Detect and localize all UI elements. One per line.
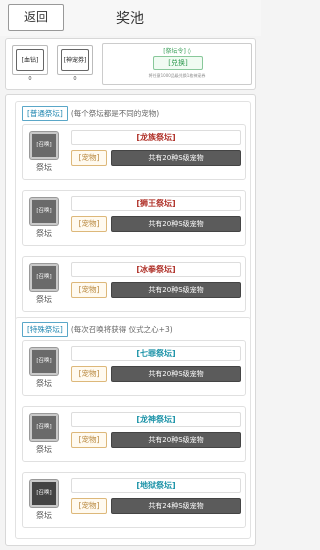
altar-name[interactable]: [冰拳祭坛] [71, 262, 241, 277]
summon-icon[interactable]: [召唤] [30, 264, 58, 291]
group-header: [特殊祭坛] (每次召唤将获得 仪式之心+3) [22, 322, 173, 337]
pet-tag[interactable]: [宠物] [71, 216, 107, 232]
altar-name[interactable]: [七罪祭坛] [71, 346, 241, 361]
altar-card: [召唤] 祭坛 [龙神祭坛] [宠物] 共有20种S级宠物 [22, 406, 246, 462]
pet-count-badge: 共有20种S级宠物 [111, 432, 241, 448]
pet-ticket-label: [神宠券] [61, 49, 89, 71]
back-button[interactable]: 返回 [8, 4, 64, 31]
pet-tag[interactable]: [宠物] [71, 498, 107, 514]
altar-name[interactable]: [狮王祭坛] [71, 196, 241, 211]
summon-icon[interactable]: [召唤] [30, 198, 58, 225]
header-bar: 返回 奖池 [0, 0, 261, 36]
pet-count-badge: 共有24种S级宠物 [111, 498, 241, 514]
pet-tag[interactable]: [宠物] [71, 282, 107, 298]
pet-count-badge: 共有20种S级宠物 [111, 216, 241, 232]
group-tag: [普通祭坛] [22, 106, 68, 121]
summon-icon[interactable]: [召唤] [30, 132, 58, 159]
summon-caption: 祭坛 [36, 511, 52, 520]
pet-ticket-count: 0 [73, 76, 77, 82]
group-description: (每个祭坛都是不同的宠物) [70, 109, 160, 118]
altar-name[interactable]: [龙族祭坛] [71, 130, 241, 145]
altar-card: [召唤] 祭坛 [冰拳祭坛] [宠物] 共有20种S级宠物 [22, 256, 246, 312]
page-title: 奖池 [116, 11, 144, 27]
summon-caption: 祭坛 [36, 163, 52, 172]
exchange-note: 将任意1000品级兑换1枚神宠券 [148, 73, 206, 78]
altar-card: [召唤] 祭坛 [七罪祭坛] [宠物] 共有20种S级宠物 [22, 340, 246, 396]
altar-section-panel: [普通祭坛] (每个祭坛都是不同的宠物) [召唤] 祭坛 [龙族祭坛] [宠物] … [5, 94, 256, 546]
group-header: [普通祭坛] (每个祭坛都是不同的宠物) [22, 106, 160, 121]
summon-caption: 祭坛 [36, 229, 52, 238]
altar-card: [召唤] 祭坛 [地狱祭坛] [宠物] 共有24种S级宠物 [22, 472, 246, 528]
altar-card: [召唤] 祭坛 [龙族祭坛] [宠物] 共有20种S级宠物 [22, 124, 246, 180]
exchange-button[interactable]: [兑换] [153, 56, 203, 70]
pet-count-badge: 共有20种S级宠物 [111, 366, 241, 382]
altar-name[interactable]: [龙神祭坛] [71, 412, 241, 427]
summon-caption: 祭坛 [36, 445, 52, 454]
group-description: (每次召唤将获得 仪式之心+3) [70, 325, 173, 334]
summon-icon[interactable]: [召唤] [30, 414, 58, 441]
blood-diamond-count: 0 [28, 76, 32, 82]
special-altar-group: [特殊祭坛] (每次召唤将获得 仪式之心+3) [召唤] 祭坛 [七罪祭坛] [宠… [15, 317, 251, 539]
pet-tag[interactable]: [宠物] [71, 150, 107, 166]
altar-token-title: [祭坛令] ◊ [163, 48, 191, 55]
pet-count-badge: 共有20种S级宠物 [111, 282, 241, 298]
summon-icon[interactable]: [召唤] [30, 480, 58, 507]
pet-tag[interactable]: [宠物] [71, 366, 107, 382]
blood-diamond-item[interactable]: [血钻] [12, 45, 48, 75]
pet-tag[interactable]: [宠物] [71, 432, 107, 448]
summon-icon[interactable]: [召唤] [30, 348, 58, 375]
exchange-box: [祭坛令] ◊ [兑换] 将任意1000品级兑换1枚神宠券 [102, 43, 252, 85]
summon-caption: 祭坛 [36, 379, 52, 388]
altar-card: [召唤] 祭坛 [狮王祭坛] [宠物] 共有20种S级宠物 [22, 190, 246, 246]
group-tag: [特殊祭坛] [22, 322, 68, 337]
currency-panel: [血钻] 0 [神宠券] 0 [祭坛令] ◊ [兑换] 将任意1000品级兑换1… [5, 38, 256, 90]
blood-diamond-label: [血钻] [16, 49, 44, 71]
summon-caption: 祭坛 [36, 295, 52, 304]
altar-name[interactable]: [地狱祭坛] [71, 478, 241, 493]
normal-altar-group: [普通祭坛] (每个祭坛都是不同的宠物) [召唤] 祭坛 [龙族祭坛] [宠物] … [15, 101, 251, 321]
pet-ticket-item[interactable]: [神宠券] [57, 45, 93, 75]
pet-count-badge: 共有20种S级宠物 [111, 150, 241, 166]
